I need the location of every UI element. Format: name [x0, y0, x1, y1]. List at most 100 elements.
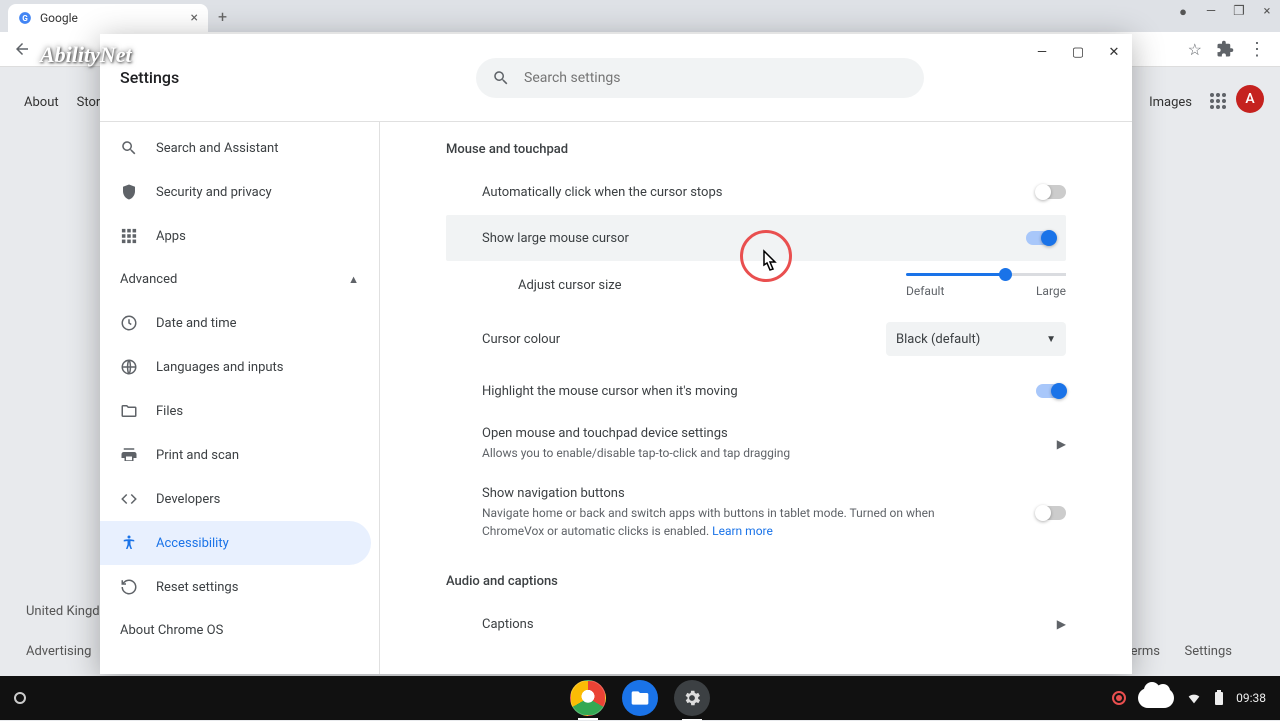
bookmark-star-icon[interactable]: ☆	[1188, 40, 1202, 59]
browser-status-icon[interactable]: ●	[1174, 4, 1192, 20]
taskbar-chrome[interactable]	[570, 680, 606, 716]
record-icon[interactable]	[1112, 691, 1126, 705]
extensions-icon[interactable]	[1216, 40, 1234, 58]
google-favicon: G	[18, 11, 32, 25]
search-icon	[492, 69, 510, 87]
sidebar-label: Print and scan	[156, 448, 239, 463]
cursor-size-slider[interactable]: Default Large	[906, 273, 1066, 298]
browser-tab[interactable]: G Google ×	[8, 4, 208, 32]
chevron-up-icon: ▲	[348, 273, 359, 286]
learn-more-link[interactable]: Learn more	[712, 524, 773, 538]
bg-settings[interactable]: Settings	[1185, 644, 1232, 659]
back-button[interactable]	[8, 35, 36, 63]
battery-icon	[1214, 690, 1224, 706]
printer-icon	[120, 446, 138, 464]
sidebar-item-print-scan[interactable]: Print and scan	[100, 433, 371, 477]
pointer-cursor-icon	[755, 249, 781, 279]
browser-close-icon[interactable]: ×	[1258, 4, 1276, 20]
row-label: Captions	[482, 617, 534, 632]
sidebar-label: Search and Assistant	[156, 141, 279, 156]
window-maximize-icon[interactable]: ▢	[1066, 40, 1090, 64]
shield-icon	[120, 183, 138, 201]
sidebar-item-apps[interactable]: Apps	[100, 214, 371, 258]
sidebar-item-date-time[interactable]: Date and time	[100, 301, 371, 345]
row-label: Show large mouse cursor	[482, 231, 629, 246]
sidebar-label: Files	[156, 404, 183, 419]
sidebar-item-languages[interactable]: Languages and inputs	[100, 345, 371, 389]
profile-avatar[interactable]: A	[1236, 85, 1264, 113]
row-highlight-cursor: Highlight the mouse cursor when it's mov…	[446, 368, 1066, 414]
row-label: Open mouse and touchpad device settings	[482, 426, 790, 441]
browser-maximize-icon[interactable]: ❐	[1230, 4, 1248, 20]
browser-minimize-icon[interactable]: —	[1202, 4, 1220, 20]
sidebar-item-files[interactable]: Files	[100, 389, 371, 433]
taskbar-files[interactable]	[622, 680, 658, 716]
section-mouse-touchpad: Mouse and touchpad	[446, 142, 1066, 157]
toggle-large-cursor[interactable]	[1026, 231, 1056, 245]
sidebar-label: Developers	[156, 492, 220, 507]
row-label: Show navigation buttons	[482, 486, 942, 501]
row-cursor-colour: Cursor colour Black (default) ▼	[446, 310, 1066, 368]
cursor-colour-dropdown[interactable]: Black (default) ▼	[886, 322, 1066, 356]
row-nav-buttons: Show navigation buttons Navigate home or…	[446, 474, 1066, 552]
clock-time: 09:38	[1236, 691, 1266, 705]
wifi-icon	[1186, 690, 1202, 706]
notification-icon[interactable]	[1138, 688, 1174, 708]
window-minimize-icon[interactable]: —	[1030, 40, 1054, 64]
browser-tab-strip: G Google × + ● — ❐ ×	[0, 0, 1280, 32]
search-input[interactable]	[524, 70, 908, 86]
sidebar-label: Languages and inputs	[156, 360, 284, 375]
system-tray[interactable]: 09:38	[1112, 688, 1280, 708]
slider-min-label: Default	[906, 284, 944, 298]
accessibility-icon	[120, 534, 138, 552]
window-close-icon[interactable]: ✕	[1102, 40, 1126, 64]
code-icon	[120, 490, 138, 508]
bg-images-link[interactable]: Images	[1149, 95, 1192, 110]
sidebar-item-reset[interactable]: Reset settings	[100, 565, 371, 609]
close-tab-icon[interactable]: ×	[191, 10, 198, 26]
browser-menu-icon[interactable]: ⋮	[1248, 39, 1266, 60]
launcher-icon	[14, 692, 26, 704]
row-open-device-settings[interactable]: Open mouse and touchpad device settings …	[446, 414, 1066, 474]
svg-text:G: G	[22, 13, 28, 23]
row-sublabel: Navigate home or back and switch apps wi…	[482, 504, 942, 540]
sidebar-advanced-toggle[interactable]: Advanced ▲	[100, 258, 379, 301]
sidebar-item-search-assistant[interactable]: Search and Assistant	[100, 126, 371, 170]
sidebar-label: About Chrome OS	[120, 623, 223, 638]
apps-icon	[120, 227, 138, 245]
chevron-right-icon: ▶	[1057, 617, 1066, 631]
apps-grid-icon[interactable]	[1204, 87, 1232, 115]
sidebar-label: Date and time	[156, 316, 237, 331]
row-label: Automatically click when the cursor stop…	[482, 185, 722, 200]
taskbar-settings[interactable]	[674, 680, 710, 716]
sidebar-item-developers[interactable]: Developers	[100, 477, 371, 521]
toggle-auto-click[interactable]	[1036, 185, 1066, 199]
settings-content: Mouse and touchpad Automatically click w…	[380, 122, 1132, 674]
section-audio-captions: Audio and captions	[446, 574, 1066, 589]
settings-header: Settings	[100, 34, 1132, 122]
reset-icon	[120, 578, 138, 596]
settings-window: — ▢ ✕ Settings Search and Assistant Secu…	[100, 34, 1132, 674]
row-label: Cursor colour	[482, 332, 560, 347]
sidebar-about[interactable]: About Chrome OS	[100, 609, 379, 652]
sidebar-item-accessibility[interactable]: Accessibility	[100, 521, 371, 565]
sidebar-label: Security and privacy	[156, 185, 272, 200]
slider-max-label: Large	[1036, 284, 1066, 298]
sidebar-label: Accessibility	[156, 536, 229, 551]
new-tab-button[interactable]: +	[218, 7, 227, 26]
shelf-taskbar: 09:38	[0, 676, 1280, 720]
chevron-down-icon: ▼	[1046, 334, 1056, 345]
toggle-highlight-cursor[interactable]	[1036, 384, 1066, 398]
watermark: AbilityNet	[40, 42, 132, 68]
row-label: Highlight the mouse cursor when it's mov…	[482, 384, 738, 399]
launcher-button[interactable]	[0, 692, 26, 704]
row-sublabel: Allows you to enable/disable tap-to-clic…	[482, 444, 790, 462]
sidebar-item-security[interactable]: Security and privacy	[100, 170, 371, 214]
bg-about-link[interactable]: About	[24, 95, 59, 110]
row-auto-click: Automatically click when the cursor stop…	[446, 169, 1066, 215]
settings-sidebar: Search and Assistant Security and privac…	[100, 122, 380, 674]
settings-search[interactable]	[476, 58, 924, 98]
bg-advertising[interactable]: Advertising	[26, 644, 91, 659]
toggle-nav-buttons[interactable]	[1036, 506, 1066, 520]
row-captions[interactable]: Captions ▶	[446, 601, 1066, 647]
